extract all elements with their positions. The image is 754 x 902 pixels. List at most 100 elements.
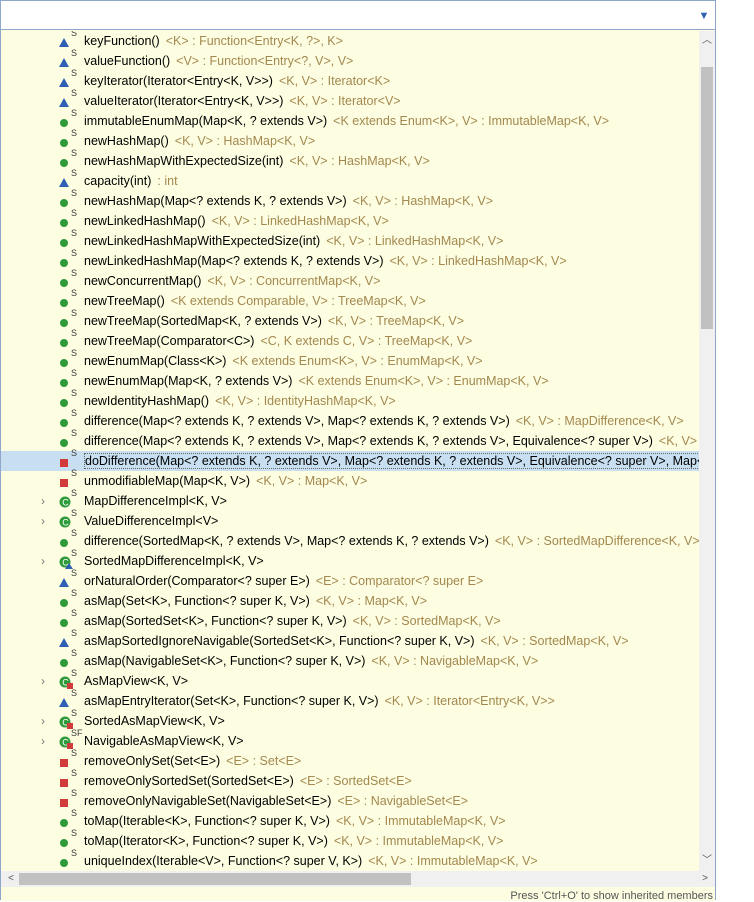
member-row[interactable]: SasMap(NavigableSet<K>, Function<? super… <box>1 648 699 671</box>
member-row[interactable]: SkeyFunction() <K> : Function<Entry<K, ?>… <box>1 31 699 51</box>
member-row[interactable]: SdoDifference(Map<? extends K, ? extends… <box>1 448 699 471</box>
scroll-down-icon[interactable]: ﹀ <box>699 853 715 869</box>
member-row[interactable]: › C S SortedAsMapView<K, V> <box>1 708 699 731</box>
static-modifier-label: S <box>71 288 78 298</box>
member-row[interactable]: SnewEnumMap(Class<K>) <K extends Enum<K>,… <box>1 348 699 371</box>
member-row[interactable]: SasMap(Set<K>, Function<? super K, V>) <K… <box>1 588 699 611</box>
member-row[interactable]: › C S ValueDifferenceImpl<V> <box>1 508 699 531</box>
member-row[interactable]: SnewHashMap() <K, V> : HashMap<K, V> <box>1 128 699 151</box>
member-row[interactable]: StoMap(Iterator<K>, Function<? super K, … <box>1 828 699 851</box>
member-row[interactable]: SvalueFunction() <V> : Function<Entry<?, … <box>1 48 699 71</box>
member-row[interactable]: SimmutableEnumMap(Map<K, ? extends V>) <K… <box>1 108 699 131</box>
vertical-scroll-thumb[interactable] <box>701 67 713 329</box>
member-row[interactable]: SnewHashMap(Map<? extends K, ? extends V… <box>1 188 699 211</box>
member-row[interactable]: SkeyIterator(Iterator<Entry<K, V>>) <K, V… <box>1 68 699 91</box>
member-row[interactable]: SnewTreeMap() <K extends Comparable, V> :… <box>1 288 699 311</box>
package-class-icon: C <box>59 555 73 569</box>
member-row[interactable]: SorNaturalOrder(Comparator<? super E>) <E… <box>1 568 699 591</box>
expand-arrow-icon[interactable]: › <box>37 551 49 571</box>
scroll-up-icon[interactable]: ︿ <box>699 33 715 49</box>
member-row[interactable]: Sdifference(Map<? extends K, ? extends V… <box>1 428 699 451</box>
expand-arrow-icon[interactable]: › <box>37 671 49 691</box>
member-name: newLinkedHashMapWithExpectedSize(int) <box>84 234 321 248</box>
expand-arrow-icon[interactable]: › <box>37 511 49 531</box>
member-return-type: : int <box>157 174 178 188</box>
member-name: newTreeMap(SortedMap<K, ? extends V>) <box>84 314 322 328</box>
member-row[interactable]: SasMapEntryIterator(Set<K>, Function<? s… <box>1 688 699 711</box>
view-menu-dropdown-icon[interactable]: ▼ <box>696 9 712 23</box>
member-name: newEnumMap(Map<K, ? extends V>) <box>84 374 293 388</box>
member-text: keyFunction() <K> : Function<Entry<K, ?>,… <box>84 31 343 51</box>
expand-arrow-icon[interactable]: › <box>37 731 49 751</box>
member-return-type: <K extends Comparable, V> : TreeMap<K, V… <box>170 294 426 308</box>
horizontal-scroll-thumb[interactable] <box>19 873 411 885</box>
private-method-icon <box>59 755 71 768</box>
class-icon: C <box>59 515 71 528</box>
member-name: toMap(Iterable<K>, Function<? super K, V… <box>84 814 330 828</box>
static-modifier-label: S <box>71 488 78 498</box>
member-row[interactable]: › C S MapDifferenceImpl<K, V> <box>1 488 699 511</box>
member-name: keyFunction() <box>84 34 160 48</box>
member-name: difference(Map<? extends K, ? extends V>… <box>84 414 510 428</box>
member-text: asMap(SortedSet<K>, Function<? super K, … <box>84 611 501 631</box>
static-modifier-label: S <box>71 468 78 478</box>
member-row[interactable]: SremoveOnlySortedSet(SortedSet<E>) <E> : … <box>1 768 699 791</box>
public-method-icon <box>59 295 71 308</box>
member-row[interactable]: SnewHashMapWithExpectedSize(int) <K, V> :… <box>1 148 699 171</box>
member-row[interactable]: SunmodifiableMap(Map<K, V>) <K, V> : Map<… <box>1 468 699 491</box>
member-name: newHashMap() <box>84 134 169 148</box>
member-row[interactable]: SnewIdentityHashMap() <K, V> : IdentityHa… <box>1 388 699 411</box>
member-row[interactable]: Sdifference(SortedMap<K, ? extends V>, M… <box>1 528 699 551</box>
member-row[interactable]: SnewEnumMap(Map<K, ? extends V>) <K exten… <box>1 368 699 391</box>
static-modifier-label: SF <box>71 728 83 738</box>
member-name: doDifference(Map<? extends K, ? extends … <box>84 453 699 469</box>
expand-arrow-icon[interactable]: › <box>37 711 49 731</box>
package-method-icon <box>59 175 71 188</box>
member-return-type: <K extends Enum<K>, V> : EnumMap<K, V> <box>232 354 483 368</box>
member-row[interactable]: StoMap(Iterable<K>, Function<? super K, … <box>1 808 699 831</box>
member-row[interactable]: › C S AsMapView<K, V> <box>1 668 699 691</box>
static-modifier-label: S <box>71 108 78 118</box>
member-row[interactable]: SnewConcurrentMap() <K, V> : ConcurrentMa… <box>1 268 699 291</box>
member-row[interactable]: SnewLinkedHashMapWithExpectedSize(int) <K… <box>1 228 699 251</box>
member-row[interactable]: SuniqueIndex(Iterable<V>, Function<? sup… <box>1 848 699 871</box>
static-modifier-label: S <box>71 788 78 798</box>
scroll-right-icon[interactable]: > <box>697 871 713 887</box>
member-row[interactable]: › C S SortedMapDifferenceImpl<K, V> <box>1 548 699 571</box>
member-text: asMap(Set<K>, Function<? super K, V>) <K,… <box>84 591 427 611</box>
member-return-type: <K, V> : HashMap<K, V> <box>289 154 430 168</box>
filter-bar[interactable]: ▼ <box>1 1 715 30</box>
member-text: MapDifferenceImpl<K, V> <box>84 491 227 511</box>
private-method-icon <box>59 455 71 468</box>
vertical-scrollbar[interactable]: ︿ ﹀ <box>699 31 715 871</box>
public-method-icon <box>59 815 71 828</box>
member-row[interactable]: Sdifference(Map<? extends K, ? extends V… <box>1 408 699 431</box>
member-row[interactable]: SnewTreeMap(SortedMap<K, ? extends V>) <K… <box>1 308 699 331</box>
member-return-type: <K, V> : HashMap<K, V> <box>174 134 316 148</box>
member-row[interactable]: SremoveOnlyNavigableSet(NavigableSet<E>)… <box>1 788 699 811</box>
member-row[interactable]: SvalueIterator(Iterator<Entry<K, V>>) <K,… <box>1 88 699 111</box>
member-text: newLinkedHashMap() <K, V> : LinkedHashMap… <box>84 211 389 231</box>
member-name: asMap(Set<K>, Function<? super K, V>) <box>84 594 310 608</box>
static-modifier-label: S <box>71 388 78 398</box>
member-name: asMapSortedIgnoreNavigable(SortedSet<K>,… <box>84 634 475 648</box>
member-text: removeOnlySortedSet(SortedSet<E>) <E> : S… <box>84 771 412 791</box>
member-row[interactable]: SasMap(SortedSet<K>, Function<? super K,… <box>1 608 699 631</box>
member-row[interactable]: SnewTreeMap(Comparator<C>) <C, K extends … <box>1 328 699 351</box>
horizontal-scrollbar[interactable]: < > <box>1 871 715 887</box>
member-text: asMap(NavigableSet<K>, Function<? super … <box>84 651 538 671</box>
static-modifier-label: S <box>71 248 78 258</box>
member-row[interactable]: SnewLinkedHashMap(Map<? extends K, ? ext… <box>1 248 699 271</box>
member-row[interactable]: SasMapSortedIgnoreNavigable(SortedSet<K>… <box>1 628 699 651</box>
member-return-type: <K, V> : ImmutableMap<K, V> <box>368 854 538 868</box>
member-return-type: <K, V> : LinkedHashMap<K, V> <box>211 214 389 228</box>
member-row[interactable]: SremoveOnlySet(Set<E>) <E> : Set<E> <box>1 748 699 771</box>
member-row[interactable]: Scapacity(int): int <box>1 168 699 191</box>
public-method-icon <box>59 315 71 328</box>
member-return-type: <K, V> : Iterator<K> <box>278 74 391 88</box>
expand-arrow-icon[interactable]: › <box>37 491 49 511</box>
member-row[interactable]: › C SF NavigableAsMapView<K, V> <box>1 728 699 751</box>
scroll-left-icon[interactable]: < <box>3 871 19 887</box>
static-modifier-label: S <box>71 528 78 538</box>
member-row[interactable]: SnewLinkedHashMap() <K, V> : LinkedHashMa… <box>1 208 699 231</box>
